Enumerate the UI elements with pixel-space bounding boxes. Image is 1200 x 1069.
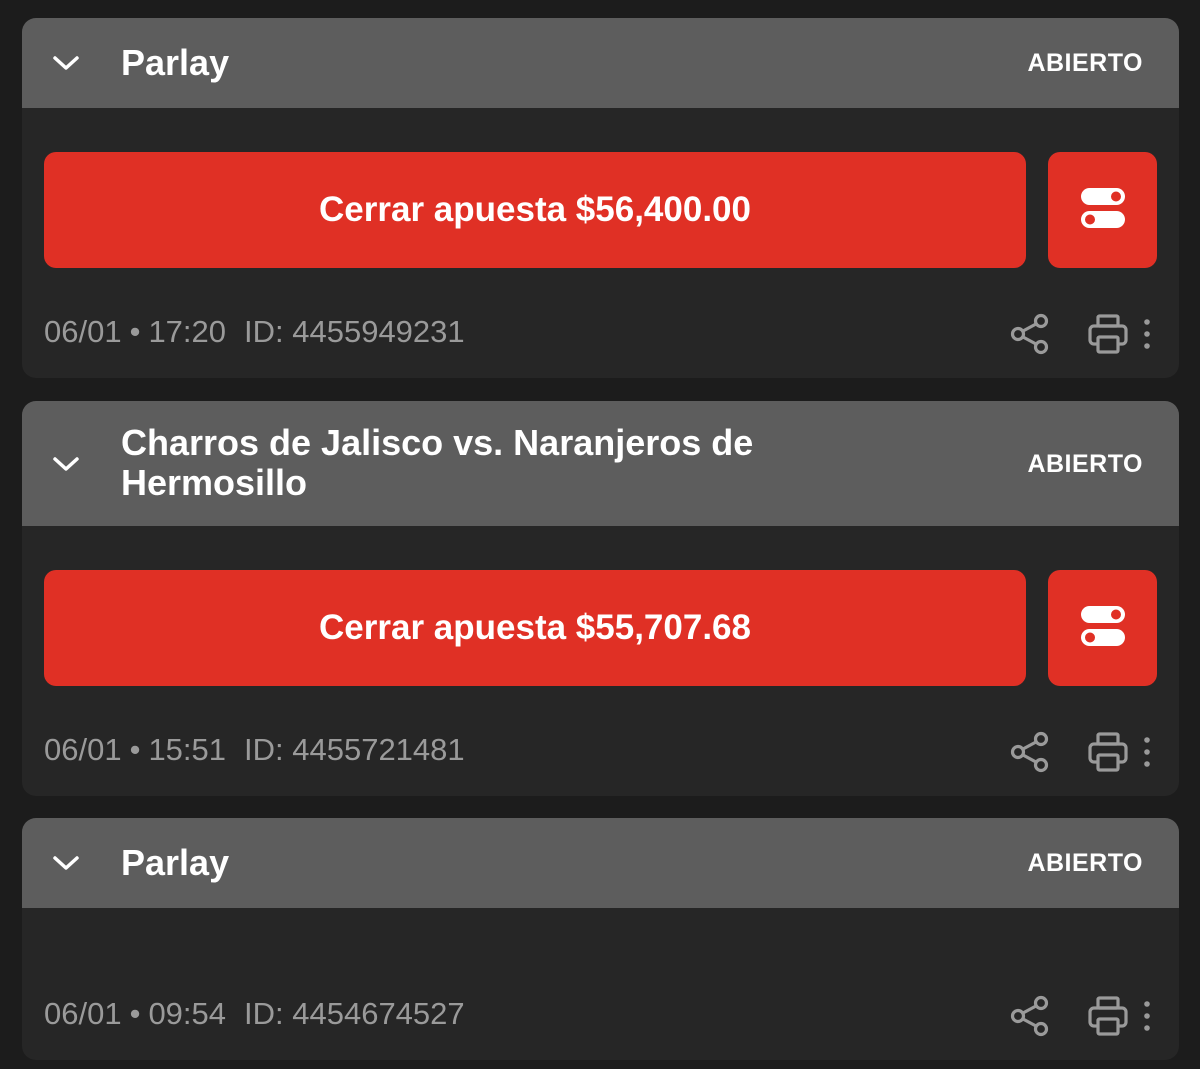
print-icon[interactable] bbox=[1084, 728, 1132, 776]
bet-date: 06/01 bbox=[44, 732, 122, 767]
meta-separator: • bbox=[129, 996, 141, 1031]
bet-title: Charros de Jalisco vs. Naranjeros de Her… bbox=[121, 422, 754, 503]
print-icon[interactable] bbox=[1084, 992, 1132, 1040]
cashout-button[interactable]: Cerrar apuesta $55,707.68 bbox=[44, 570, 1026, 686]
bet-time: 15:51 bbox=[148, 732, 227, 767]
chevron-down-icon[interactable] bbox=[52, 849, 80, 877]
chevron-down-icon[interactable] bbox=[52, 450, 80, 478]
bet-time: 09:54 bbox=[148, 996, 227, 1031]
status-badge: ABIERTO bbox=[1027, 449, 1143, 478]
cashout-button[interactable]: Cerrar apuesta $56,400.00 bbox=[44, 152, 1026, 268]
more-vertical-icon[interactable] bbox=[1136, 314, 1158, 354]
meta-separator: • bbox=[129, 732, 141, 767]
print-icon[interactable] bbox=[1084, 310, 1132, 358]
share-icon[interactable] bbox=[1006, 992, 1054, 1040]
bet-date: 06/01 bbox=[44, 996, 122, 1031]
bet-title: Parlay bbox=[121, 42, 230, 83]
bet-id: ID: 4455949231 bbox=[244, 314, 465, 349]
bet-id: ID: 4455721481 bbox=[244, 732, 465, 767]
bet-id: ID: 4454674527 bbox=[244, 996, 465, 1031]
toggle-button[interactable] bbox=[1048, 570, 1157, 686]
bet-meta: 06/01 • 15:51 ID: 4455721481 bbox=[44, 732, 465, 768]
more-vertical-icon[interactable] bbox=[1136, 732, 1158, 772]
chevron-down-icon[interactable] bbox=[52, 49, 80, 77]
toggle-button[interactable] bbox=[1048, 152, 1157, 268]
bet-card-header[interactable]: Parlay ABIERTO bbox=[22, 18, 1179, 108]
toggle-icon bbox=[1080, 605, 1126, 652]
bet-time: 17:20 bbox=[148, 314, 227, 349]
bet-card-header[interactable]: Parlay ABIERTO bbox=[22, 818, 1179, 908]
bet-card: Parlay ABIERTO 06/01 • 09:54 ID: 4454674527 bbox=[22, 818, 1179, 1060]
bet-card-header[interactable]: Charros de Jalisco vs. Naranjeros de Her… bbox=[22, 401, 1179, 526]
bet-title: Parlay bbox=[121, 842, 230, 883]
share-icon[interactable] bbox=[1006, 728, 1054, 776]
status-badge: ABIERTO bbox=[1027, 849, 1143, 877]
status-badge: ABIERTO bbox=[1027, 49, 1143, 77]
toggle-icon bbox=[1080, 187, 1126, 234]
share-icon[interactable] bbox=[1006, 310, 1054, 358]
bet-card: Charros de Jalisco vs. Naranjeros de Her… bbox=[22, 401, 1179, 796]
bet-card: Parlay ABIERTO Cerrar apuesta $56,400.00… bbox=[22, 18, 1179, 378]
bet-meta: 06/01 • 17:20 ID: 4455949231 bbox=[44, 314, 465, 350]
meta-separator: • bbox=[129, 314, 141, 349]
bet-meta: 06/01 • 09:54 ID: 4454674527 bbox=[44, 996, 465, 1032]
more-vertical-icon[interactable] bbox=[1136, 996, 1158, 1036]
bet-date: 06/01 bbox=[44, 314, 122, 349]
